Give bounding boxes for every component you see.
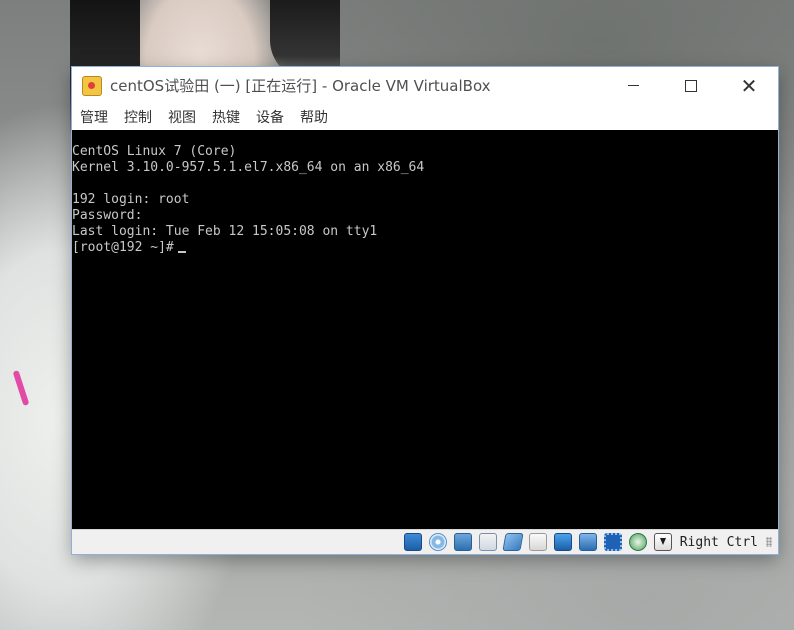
close-icon: ✕ xyxy=(740,73,758,98)
menu-item-devices[interactable]: 设备 xyxy=(256,107,284,127)
menu-item-view[interactable]: 视图 xyxy=(168,107,196,127)
status-bar: Right Ctrl xyxy=(72,529,778,554)
menu-bar: 管理 控制 视图 热键 设备 帮助 xyxy=(72,104,778,130)
network-icon[interactable] xyxy=(478,533,497,551)
shared-folder-icon[interactable] xyxy=(528,533,547,551)
menu-item-help[interactable]: 帮助 xyxy=(300,107,328,127)
optical-drive-icon[interactable] xyxy=(428,533,447,551)
minimize-button[interactable] xyxy=(604,67,662,104)
menu-item-control[interactable]: 控制 xyxy=(124,107,152,127)
title-bar[interactable]: centOS试验田 (一) [正在运行] - Oracle VM Virtual… xyxy=(72,67,778,104)
virtualbox-window: centOS试验田 (一) [正在运行] - Oracle VM Virtual… xyxy=(72,67,778,554)
console-line: CentOS Linux 7 (Core) xyxy=(72,144,237,159)
console-prompt-line: [root@192 ~]# xyxy=(72,240,778,256)
recording-icon[interactable] xyxy=(578,533,597,551)
audio-icon[interactable] xyxy=(453,533,472,551)
window-title: centOS试验田 (一) [正在运行] - Oracle VM Virtual… xyxy=(110,77,491,95)
minimize-icon xyxy=(627,85,639,86)
text-cursor xyxy=(177,251,186,253)
maximize-button[interactable] xyxy=(662,67,720,104)
vm-console-screen[interactable]: CentOS Linux 7 (Core) Kernel 3.10.0-957.… xyxy=(72,130,778,529)
shell-prompt: [root@192 ~]# xyxy=(72,240,174,255)
close-button[interactable]: ✕ xyxy=(720,67,778,104)
guest-additions-icon[interactable] xyxy=(628,533,647,551)
console-line: Password: xyxy=(72,208,143,223)
hard-disk-icon[interactable] xyxy=(403,533,422,551)
cpu-icon[interactable] xyxy=(603,533,622,551)
console-line: Kernel 3.10.0-957.5.1.el7.x86_64 on an x… xyxy=(72,160,425,175)
menu-item-hotkeys[interactable]: 热键 xyxy=(212,107,240,127)
console-line: 192 login: root xyxy=(72,192,190,207)
display-icon[interactable] xyxy=(553,533,572,551)
usb-icon[interactable] xyxy=(502,533,524,551)
resize-grip[interactable] xyxy=(766,537,772,547)
menu-item-manage[interactable]: 管理 xyxy=(80,107,108,127)
host-key-label[interactable]: Right Ctrl xyxy=(680,535,758,550)
virtualbox-app-icon[interactable] xyxy=(82,75,102,96)
console-line: Last login: Tue Feb 12 15:05:08 on tty1 xyxy=(72,224,378,239)
mouse-integration-icon[interactable] xyxy=(653,533,672,551)
maximize-icon xyxy=(685,79,697,92)
